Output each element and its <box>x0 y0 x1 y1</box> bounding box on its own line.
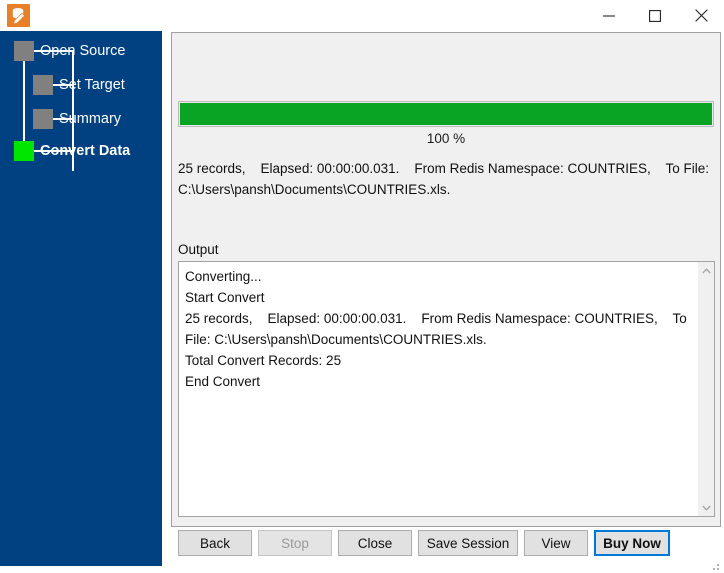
sidebar-item-convert-data[interactable]: Convert Data <box>40 142 130 160</box>
save-session-button[interactable]: Save Session <box>418 530 518 556</box>
resize-grip[interactable] <box>709 559 721 571</box>
progress-bar-fill <box>180 103 712 125</box>
progress-percent-label: 100 % <box>426 131 466 146</box>
app-icon <box>7 4 30 27</box>
output-textarea[interactable]: Converting... Start Convert 25 records, … <box>178 261 715 517</box>
application-window: Open Source Set Target Summary Convert D… <box>0 0 724 573</box>
step-node-box-set-target[interactable] <box>33 75 53 95</box>
progress-bar <box>178 101 714 127</box>
window-controls <box>586 0 724 31</box>
maximize-button[interactable] <box>632 0 678 31</box>
output-vertical-scrollbar[interactable] <box>697 262 714 516</box>
buy-now-button[interactable]: Buy Now <box>594 530 670 556</box>
step-node-box-open-source[interactable] <box>14 41 34 61</box>
window-bottom-strip <box>0 564 724 573</box>
step-node-box-summary[interactable] <box>33 109 53 129</box>
title-bar <box>0 0 724 31</box>
chevron-down-icon[interactable] <box>698 499 714 516</box>
wizard-step-tree: Open Source Set Target Summary Convert D… <box>0 31 162 566</box>
back-button[interactable]: Back <box>178 530 252 556</box>
sidebar-item-open-source[interactable]: Open Source <box>40 42 125 60</box>
close-button[interactable] <box>678 0 724 31</box>
sidebar-item-summary[interactable]: Summary <box>59 110 121 128</box>
output-text-content: Converting... Start Convert 25 records, … <box>185 269 687 389</box>
chevron-up-icon[interactable] <box>698 262 714 279</box>
minimize-button[interactable] <box>586 0 632 31</box>
main-content-panel: 100 % 25 records, Elapsed: 00:00:00.031.… <box>171 32 721 527</box>
view-button[interactable]: View <box>524 530 588 556</box>
output-label: Output <box>178 242 219 257</box>
status-message: 25 records, Elapsed: 00:00:00.031. From … <box>178 161 713 197</box>
wizard-sidebar: Open Source Set Target Summary Convert D… <box>0 31 162 566</box>
dialog-button-row: Back Stop Close Save Session View Buy No… <box>171 530 721 560</box>
close-button-dialog[interactable]: Close <box>338 530 412 556</box>
stop-button: Stop <box>258 530 332 556</box>
step-node-box-convert-data[interactable] <box>14 141 34 161</box>
sidebar-item-set-target[interactable]: Set Target <box>59 76 125 94</box>
